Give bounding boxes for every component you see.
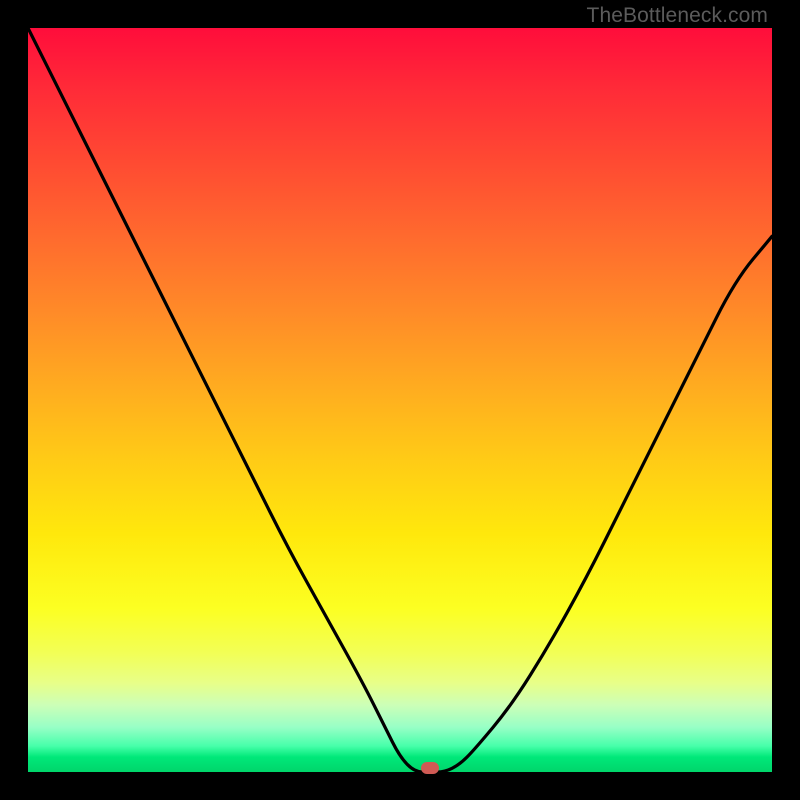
chart-frame: TheBottleneck.com	[0, 0, 800, 800]
plot-area	[28, 28, 772, 772]
optimal-point-marker	[421, 762, 439, 774]
watermark-text: TheBottleneck.com	[587, 4, 768, 28]
bottleneck-curve	[28, 28, 772, 772]
